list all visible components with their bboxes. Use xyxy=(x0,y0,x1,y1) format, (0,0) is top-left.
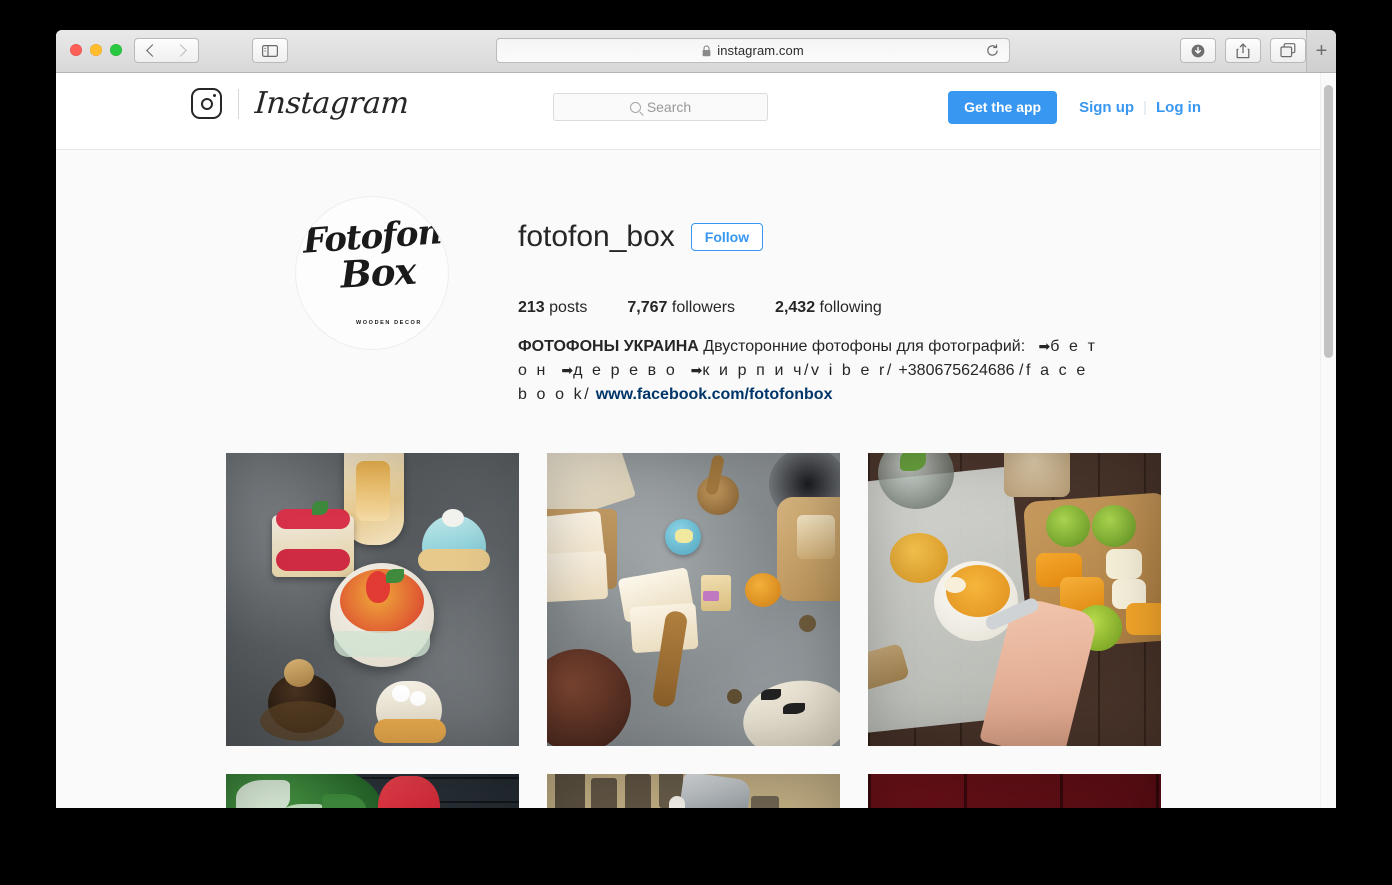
bio-option-3: к и р п и ч xyxy=(702,362,805,380)
profile-biography: ФОТОФОНЫ УКРАИНА Двусторонние фотофоны д… xyxy=(518,335,1098,407)
profile-header: Fotofon Box WOODEN DECOR fotofon_box Fol… xyxy=(226,196,1166,407)
page-title: fotofon_box xyxy=(518,220,675,254)
tabs-icon xyxy=(1280,43,1296,58)
post-image-5 xyxy=(547,774,840,808)
avatar-column: Fotofon Box WOODEN DECOR xyxy=(226,196,518,350)
post-thumbnail-1[interactable] xyxy=(226,453,519,747)
minimize-window-button[interactable] xyxy=(90,44,102,56)
avatar-logo-subtitle: WOODEN DECOR xyxy=(356,319,422,326)
bio-title: ФОТОФОНЫ УКРАИНА xyxy=(518,338,699,356)
close-window-button[interactable] xyxy=(70,44,82,56)
navbar-inner: Instagram Search Get the app Sign up | L… xyxy=(191,73,1201,149)
search-icon xyxy=(629,101,641,113)
search-input[interactable]: Search xyxy=(553,93,768,121)
lock-icon xyxy=(702,44,711,56)
share-button[interactable] xyxy=(1225,38,1261,63)
photo-vignette-1 xyxy=(226,453,519,746)
profile-stats: 213 posts 7,767 followers 2,432 followin… xyxy=(518,299,1166,317)
tab-overview-button[interactable] xyxy=(1270,38,1306,63)
post-image-6 xyxy=(868,774,1161,808)
address-bar-content: instagram.com xyxy=(702,43,804,58)
sidebar-icon xyxy=(262,44,278,57)
following-count: 2,432 xyxy=(775,299,816,317)
post-thumbnail-2[interactable] xyxy=(547,453,840,747)
instagram-home-link[interactable]: Instagram xyxy=(191,85,410,121)
avatar-logo-text: Fotofon Box xyxy=(296,212,448,296)
posts-label: posts xyxy=(549,299,588,317)
bio-arrow-3: ➡ xyxy=(690,362,703,379)
instagram-navbar: Instagram Search Get the app Sign up | L… xyxy=(56,73,1336,150)
address-bar[interactable]: instagram.com xyxy=(496,38,1010,63)
chevron-left-icon xyxy=(145,44,159,57)
post-thumbnail-4[interactable] xyxy=(226,774,519,808)
post-image-3 xyxy=(868,453,1161,747)
post-thumbnail-6[interactable] xyxy=(868,774,1161,808)
instagram-camera-icon xyxy=(191,88,222,119)
downloads-button[interactable] xyxy=(1180,38,1216,63)
post-image-2 xyxy=(547,453,840,747)
instagram-wordmark: Instagram xyxy=(253,85,410,121)
photo-vignette-2 xyxy=(547,453,840,746)
followers-stat[interactable]: 7,767 followers xyxy=(627,299,735,317)
followers-label: followers xyxy=(671,299,736,317)
post-image-4 xyxy=(226,774,519,808)
reload-icon[interactable] xyxy=(985,43,1000,58)
bio-external-link[interactable]: www.facebook.com/fotofonbox xyxy=(596,386,833,403)
navbar-actions: Get the app Sign up | Log in xyxy=(948,91,1201,124)
profile-section: Fotofon Box WOODEN DECOR fotofon_box Fol… xyxy=(226,150,1166,808)
bio-viber-label: /v i b e r/ xyxy=(804,362,894,380)
logo-divider xyxy=(238,88,239,119)
bio-arrow-1: ➡ xyxy=(1038,338,1051,355)
auth-links: Sign up | Log in xyxy=(1079,99,1201,116)
page-scrollbar[interactable] xyxy=(1320,73,1336,808)
photo-vignette-4 xyxy=(226,774,519,808)
bio-option-2: д е р е в о xyxy=(573,362,678,380)
chevron-right-icon xyxy=(174,44,187,57)
follow-button[interactable]: Follow xyxy=(690,222,764,251)
log-in-link[interactable]: Log in xyxy=(1156,99,1201,116)
avatar[interactable]: Fotofon Box WOODEN DECOR xyxy=(295,196,449,350)
photo-vignette-3 xyxy=(868,453,1161,746)
share-icon xyxy=(1236,42,1250,58)
browser-toolbar: instagram.com + xyxy=(56,30,1336,73)
posts-stat[interactable]: 213 posts xyxy=(518,299,587,317)
forward-button[interactable] xyxy=(166,38,199,63)
back-button[interactable] xyxy=(134,38,167,63)
show-sidebar-button[interactable] xyxy=(252,38,288,63)
followers-count: 7,767 xyxy=(627,299,668,317)
page-viewport: Instagram Search Get the app Sign up | L… xyxy=(56,73,1336,808)
search-placeholder: Search xyxy=(646,99,692,115)
following-label: following xyxy=(819,299,882,317)
following-stat[interactable]: 2,432 following xyxy=(775,299,882,317)
profile-info: fotofon_box Follow 213 posts 7,767 follo… xyxy=(518,196,1166,407)
post-thumbnail-3[interactable] xyxy=(868,453,1161,747)
post-thumbnail-5[interactable] xyxy=(547,774,840,808)
post-image-1 xyxy=(226,453,519,747)
auth-separator: | xyxy=(1143,99,1147,116)
photo-vignette-6 xyxy=(868,774,1161,808)
username-row: fotofon_box Follow xyxy=(518,200,1166,273)
url-text: instagram.com xyxy=(717,43,804,58)
post-grid xyxy=(226,453,1166,808)
bio-phone: +380675624686 xyxy=(898,362,1015,380)
new-tab-button[interactable]: + xyxy=(1306,30,1336,72)
window-controls xyxy=(70,44,122,56)
get-the-app-button[interactable]: Get the app xyxy=(948,91,1058,124)
bio-arrow-2: ➡ xyxy=(561,362,574,379)
new-tab-label: + xyxy=(1315,40,1328,62)
download-icon xyxy=(1191,44,1205,57)
sign-up-link[interactable]: Sign up xyxy=(1079,99,1134,116)
zoom-window-button[interactable] xyxy=(110,44,122,56)
bio-tagline: Двусторонние фотофоны для фотографий: xyxy=(703,338,1026,356)
browser-window: instagram.com + Instagram Search Get the… xyxy=(56,30,1336,808)
posts-count: 213 xyxy=(518,299,545,317)
photo-vignette-5 xyxy=(547,774,840,808)
scrollbar-thumb[interactable] xyxy=(1324,85,1333,358)
